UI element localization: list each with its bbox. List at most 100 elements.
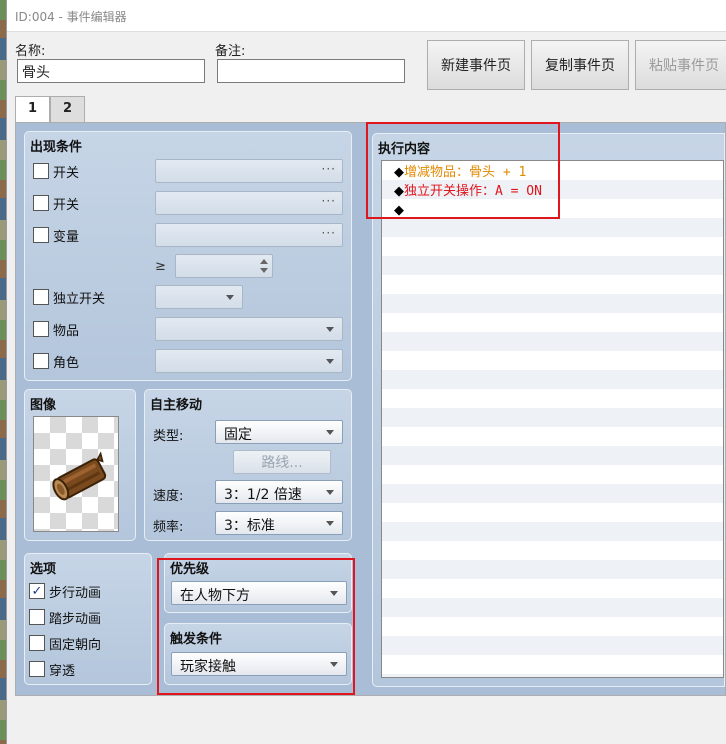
chevron-down-icon [326,327,334,332]
movement-frequency-select[interactable]: 3：标准 [215,511,343,535]
checkbox-box[interactable] [29,661,45,677]
switch2-checkbox[interactable]: 开关 [33,192,79,214]
switch2-field[interactable]: ··· [155,191,343,215]
chevron-down-icon [330,662,338,667]
movement-type-select[interactable]: 固定 [215,420,343,444]
options-panel: 选项 ✓ 步行动画 踏步动画 固定朝向 穿透 [24,553,152,685]
movement-speed-select[interactable]: 3：1/2 倍速 [215,480,343,504]
check-icon[interactable]: ✓ [29,583,45,599]
direction-fix-label: 固定朝向 [49,637,102,653]
checkbox-box[interactable] [33,195,49,211]
direction-fix-checkbox[interactable]: 固定朝向 [29,632,101,654]
diamond-icon: ◆ [394,184,404,199]
self-switch-label: 独立开关 [53,291,106,307]
priority-title: 优先级 [170,562,210,577]
switch1-checkbox[interactable]: 开关 [33,160,79,182]
autonomous-title: 自主移动 [150,398,203,413]
list-item[interactable]: ◆增减物品：骨头 + 1 [394,163,526,182]
chevron-down-icon [326,430,334,435]
stepping-anim-label: 踏步动画 [49,611,102,627]
options-title: 选项 [30,562,57,577]
conditions-panel: 出现条件 开关 ··· 开关 ··· 变量 ··· ≥ 独立开关 物品 角色 [24,131,352,381]
window-title: ID:004 - 事件编辑器 [7,0,726,32]
switch1-label: 开关 [53,165,80,181]
page-tabs: 1 2 [15,96,85,123]
note-label: 备注: [215,44,246,59]
diamond-icon: ◆ [394,203,404,218]
speed-label: 速度: [153,489,184,504]
actor-select[interactable] [155,349,343,373]
paste-page-button[interactable]: 粘贴事件页 [635,40,726,90]
movement-frequency-value: 3：标准 [224,518,275,534]
item-select[interactable] [155,317,343,341]
note-input[interactable] [217,59,405,83]
page-content: 出现条件 开关 ··· 开关 ··· 变量 ··· ≥ 独立开关 物品 角色 图… [15,122,726,696]
bottom-bar [7,696,726,744]
actor-checkbox[interactable]: 角色 [33,350,79,372]
chevron-down-icon [226,295,234,300]
item-label: 物品 [53,323,80,339]
checkbox-box[interactable] [33,289,49,305]
contents-panel: 执行内容 ◆增减物品：骨头 + 1 ◆独立开关操作：A = ON ◆ [372,133,725,687]
tab-page-2[interactable]: 2 [50,96,85,122]
image-panel: 图像 [24,389,136,541]
priority-panel: 优先级 在人物下方 [164,553,352,613]
diamond-icon: ◆ [394,165,404,180]
stepping-anim-checkbox[interactable]: 踏步动画 [29,606,101,628]
image-title: 图像 [30,398,57,413]
log-sprite-icon [52,451,107,501]
movement-speed-value: 3：1/2 倍速 [224,487,302,503]
frequency-label: 频率: [153,520,184,535]
command-list[interactable]: ◆增减物品：骨头 + 1 ◆独立开关操作：A = ON ◆ [381,160,724,678]
variable-field[interactable]: ··· [155,223,343,247]
chevron-down-icon [326,521,334,526]
chevron-down-icon [330,591,338,596]
ellipsis-icon: ··· [321,194,336,208]
checkbox-box[interactable] [33,321,49,337]
command-text: 独立开关操作：A = ON [404,184,542,199]
checkbox-box[interactable] [33,163,49,179]
chevron-down-icon [326,359,334,364]
list-item[interactable]: ◆独立开关操作：A = ON [394,182,542,201]
chevron-down-icon [326,490,334,495]
event-graphic[interactable] [33,416,119,532]
ellipsis-icon: ··· [321,162,336,176]
conditions-title: 出现条件 [30,140,83,155]
list-item[interactable]: ◆ [394,201,404,220]
copy-page-button[interactable]: 复制事件页 [531,40,629,90]
walking-anim-checkbox[interactable]: ✓ 步行动画 [29,580,101,602]
checkbox-box[interactable] [33,227,49,243]
new-page-button[interactable]: 新建事件页 [427,40,525,90]
variable-value-spinner[interactable] [175,254,273,278]
checkbox-box[interactable] [29,635,45,651]
name-label: 名称: [15,44,46,59]
command-text: 增减物品：骨头 + 1 [404,165,527,180]
variable-checkbox[interactable]: 变量 [33,224,79,246]
priority-value: 在人物下方 [180,588,250,604]
top-row: 名称: 骨头 备注: 新建事件页 复制事件页 粘贴事件页 [15,40,726,92]
self-switch-select[interactable] [155,285,243,309]
spinner-arrows-icon[interactable] [259,257,269,275]
trigger-value: 玩家接触 [180,659,236,675]
switch1-field[interactable]: ··· [155,159,343,183]
name-input[interactable]: 骨头 [17,59,205,83]
item-checkbox[interactable]: 物品 [33,318,79,340]
self-switch-checkbox[interactable]: 独立开关 [33,286,105,308]
tab-page-1[interactable]: 1 [15,96,50,123]
route-button[interactable]: 路线... [233,450,331,474]
contents-title: 执行内容 [378,142,431,157]
event-editor-window: ID:004 - 事件编辑器 名称: 骨头 备注: 新建事件页 复制事件页 粘贴… [6,0,726,744]
through-checkbox[interactable]: 穿透 [29,658,75,680]
ellipsis-icon: ··· [321,226,336,240]
checkbox-box[interactable] [29,609,45,625]
trigger-select[interactable]: 玩家接触 [171,652,347,676]
checkbox-box[interactable] [33,353,49,369]
walking-anim-label: 步行动画 [49,585,102,601]
gte-symbol: ≥ [155,259,166,274]
switch2-label: 开关 [53,197,80,213]
through-label: 穿透 [49,663,76,679]
movement-type-value: 固定 [224,427,252,443]
priority-select[interactable]: 在人物下方 [171,581,347,605]
type-label: 类型: [153,429,184,444]
trigger-panel: 触发条件 玩家接触 [164,623,352,685]
